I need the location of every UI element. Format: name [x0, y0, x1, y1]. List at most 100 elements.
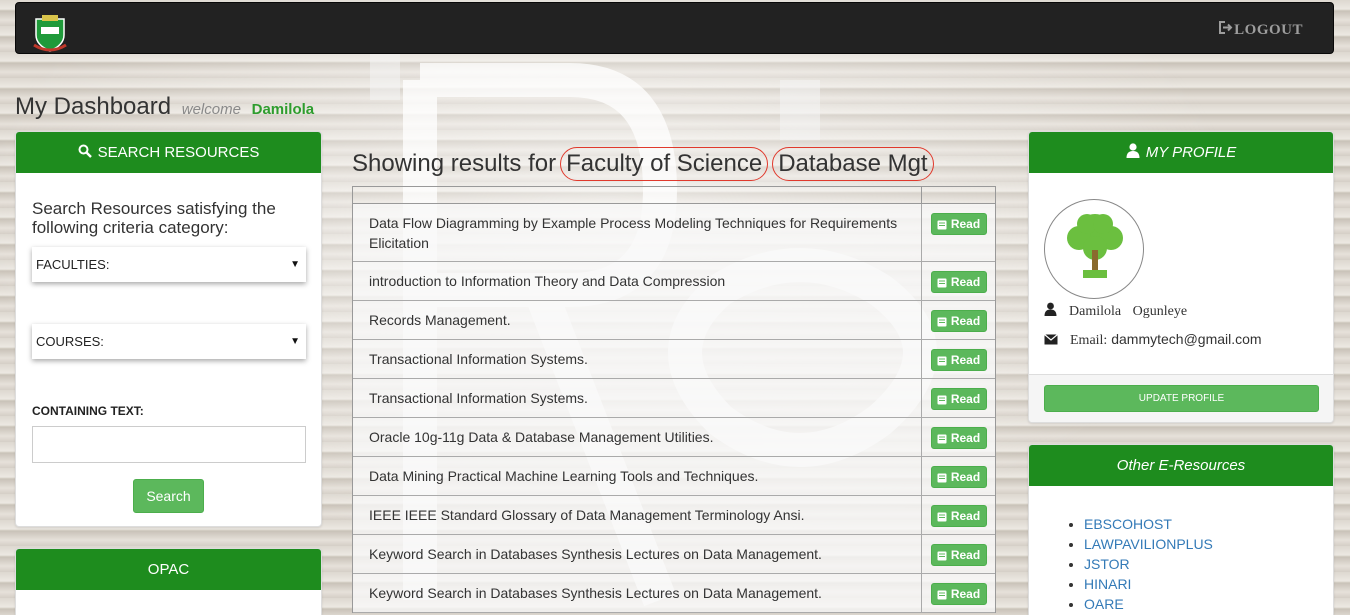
welcome-text: welcome: [181, 101, 241, 118]
update-profile-button[interactable]: UPDATE PROFILE: [1044, 385, 1319, 412]
resource-title: Records Management.: [353, 301, 922, 339]
profile-name: Damilola Ogunleye: [1044, 302, 1187, 321]
containing-text-label: CONTAINING TEXT:: [32, 404, 144, 418]
table-row: Keyword Search in Databases Synthesis Le…: [353, 535, 995, 574]
top-navbar: LOGOUT: [15, 2, 1334, 54]
list-item: HINARI: [1084, 574, 1213, 594]
list-item: OARE: [1084, 594, 1213, 614]
book-icon: [937, 550, 947, 561]
e-resource-link[interactable]: OARE: [1084, 596, 1124, 612]
profile-last-name: Ogunleye: [1132, 303, 1188, 319]
read-button-label: Read: [950, 470, 981, 484]
table-row: Records Management. Read: [353, 301, 995, 340]
e-resource-link[interactable]: JSTOR: [1084, 556, 1130, 572]
e-resource-link[interactable]: LAWPAVILIONPLUS: [1084, 536, 1213, 552]
read-button-label: Read: [950, 431, 981, 445]
containing-text-input[interactable]: [32, 426, 306, 463]
results-heading: Showing results for Faculty of Science D…: [352, 147, 934, 181]
book-icon: [937, 511, 947, 522]
read-button[interactable]: Read: [930, 466, 987, 488]
search-panel-header: SEARCH RESOURCES: [16, 132, 321, 173]
table-row: Data Flow Diagramming by Example Process…: [353, 204, 995, 262]
opac-panel-header[interactable]: OPAC: [16, 549, 321, 590]
other-e-resources-panel: Other E-Resources EBSCOHOST LAWPAVILIONP…: [1028, 444, 1334, 615]
table-row: Oracle 10g-11g Data & Database Managemen…: [353, 418, 995, 457]
resource-title: Transactional Information Systems.: [353, 379, 922, 417]
read-button[interactable]: Read: [930, 213, 987, 235]
email-label: Email:: [1070, 333, 1108, 348]
e-resources-header: Other E-Resources: [1029, 445, 1333, 486]
e-resources-list: EBSCOHOST LAWPAVILIONPLUS JSTOR HINARI O…: [1084, 514, 1213, 614]
faculties-select[interactable]: FACULTIES: ▼: [32, 247, 306, 282]
read-button-label: Read: [950, 392, 981, 406]
list-item: LAWPAVILIONPLUS: [1084, 534, 1213, 554]
search-button[interactable]: Search: [133, 479, 204, 513]
search-icon: [78, 144, 92, 162]
results-table: Data Flow Diagramming by Example Process…: [352, 186, 996, 613]
book-icon: [937, 472, 947, 483]
book-icon: [937, 355, 947, 366]
read-button[interactable]: Read: [930, 505, 987, 527]
read-button[interactable]: Read: [930, 427, 987, 449]
table-row: Data Mining Practical Machine Learning T…: [353, 457, 995, 496]
book-icon: [937, 433, 947, 444]
read-cell: Read: [922, 262, 995, 300]
avatar: [1044, 199, 1144, 299]
courses-select[interactable]: COURSES: ▼: [32, 324, 306, 359]
profile-panel-header: MY PROFILE: [1029, 132, 1333, 173]
search-instructions: Search Resources satisfying the followin…: [32, 199, 276, 237]
logout-button[interactable]: LOGOUT: [1219, 21, 1303, 39]
envelope-icon: [1044, 332, 1058, 348]
read-button[interactable]: Read: [930, 544, 987, 566]
chevron-down-icon: ▼: [290, 336, 300, 347]
welcome-username: Damilola: [251, 101, 315, 118]
read-cell: Read: [922, 340, 995, 378]
read-button-label: Read: [950, 217, 981, 231]
my-profile-panel: MY PROFILE Damilola Ogunleye Email: damm…: [1028, 131, 1334, 423]
table-header: [353, 187, 995, 204]
profile-panel-title: MY PROFILE: [1145, 144, 1237, 161]
e-resource-link[interactable]: HINARI: [1084, 576, 1131, 592]
read-cell: Read: [922, 418, 995, 456]
resource-title: Data Mining Practical Machine Learning T…: [353, 457, 922, 495]
read-cell: Read: [922, 379, 995, 417]
table-row: Transactional Information Systems. Read: [353, 340, 995, 379]
read-cell: Read: [922, 204, 995, 261]
read-button-label: Read: [950, 587, 981, 601]
chevron-down-icon: ▼: [290, 259, 300, 270]
read-button[interactable]: Read: [930, 271, 987, 293]
dashboard-title: My Dashboard: [15, 93, 172, 120]
profile-email: Email: dammytech@gmail.com: [1044, 331, 1262, 349]
table-row: introduction to Information Theory and D…: [353, 262, 995, 301]
resource-title: Keyword Search in Databases Synthesis Le…: [353, 535, 922, 573]
read-cell: Read: [922, 574, 995, 612]
table-row: Transactional Information Systems. Read: [353, 379, 995, 418]
opac-panel: OPAC: [15, 548, 322, 615]
faculties-select-value: FACULTIES:: [36, 257, 110, 272]
logout-icon: [1219, 21, 1233, 39]
resource-title: Keyword Search in Databases Synthesis Le…: [353, 574, 922, 612]
read-cell: Read: [922, 535, 995, 573]
e-resource-link[interactable]: EBSCOHOST: [1084, 516, 1172, 532]
course-filter-chip: Database Mgt: [772, 147, 934, 181]
list-item: EBSCOHOST: [1084, 514, 1213, 534]
read-cell: Read: [922, 457, 995, 495]
user-icon: [1044, 302, 1057, 321]
logout-label: LOGOUT: [1234, 21, 1303, 38]
table-row: IEEE IEEE Standard Glossary of Data Mana…: [353, 496, 995, 535]
book-icon: [937, 316, 947, 327]
read-cell: Read: [922, 301, 995, 339]
resource-title: introduction to Information Theory and D…: [353, 262, 922, 300]
table-row: Keyword Search in Databases Synthesis Le…: [353, 574, 995, 613]
institution-logo[interactable]: [32, 13, 68, 53]
courses-select-value: COURSES:: [36, 334, 104, 349]
read-button[interactable]: Read: [930, 349, 987, 371]
resource-title: IEEE IEEE Standard Glossary of Data Mana…: [353, 496, 922, 534]
read-button[interactable]: Read: [930, 583, 987, 605]
read-button-label: Read: [950, 275, 981, 289]
profile-first-name: Damilola: [1069, 303, 1122, 319]
read-button[interactable]: Read: [930, 310, 987, 332]
email-value: dammytech@gmail.com: [1111, 331, 1262, 347]
book-icon: [937, 219, 947, 230]
read-button[interactable]: Read: [930, 388, 987, 410]
